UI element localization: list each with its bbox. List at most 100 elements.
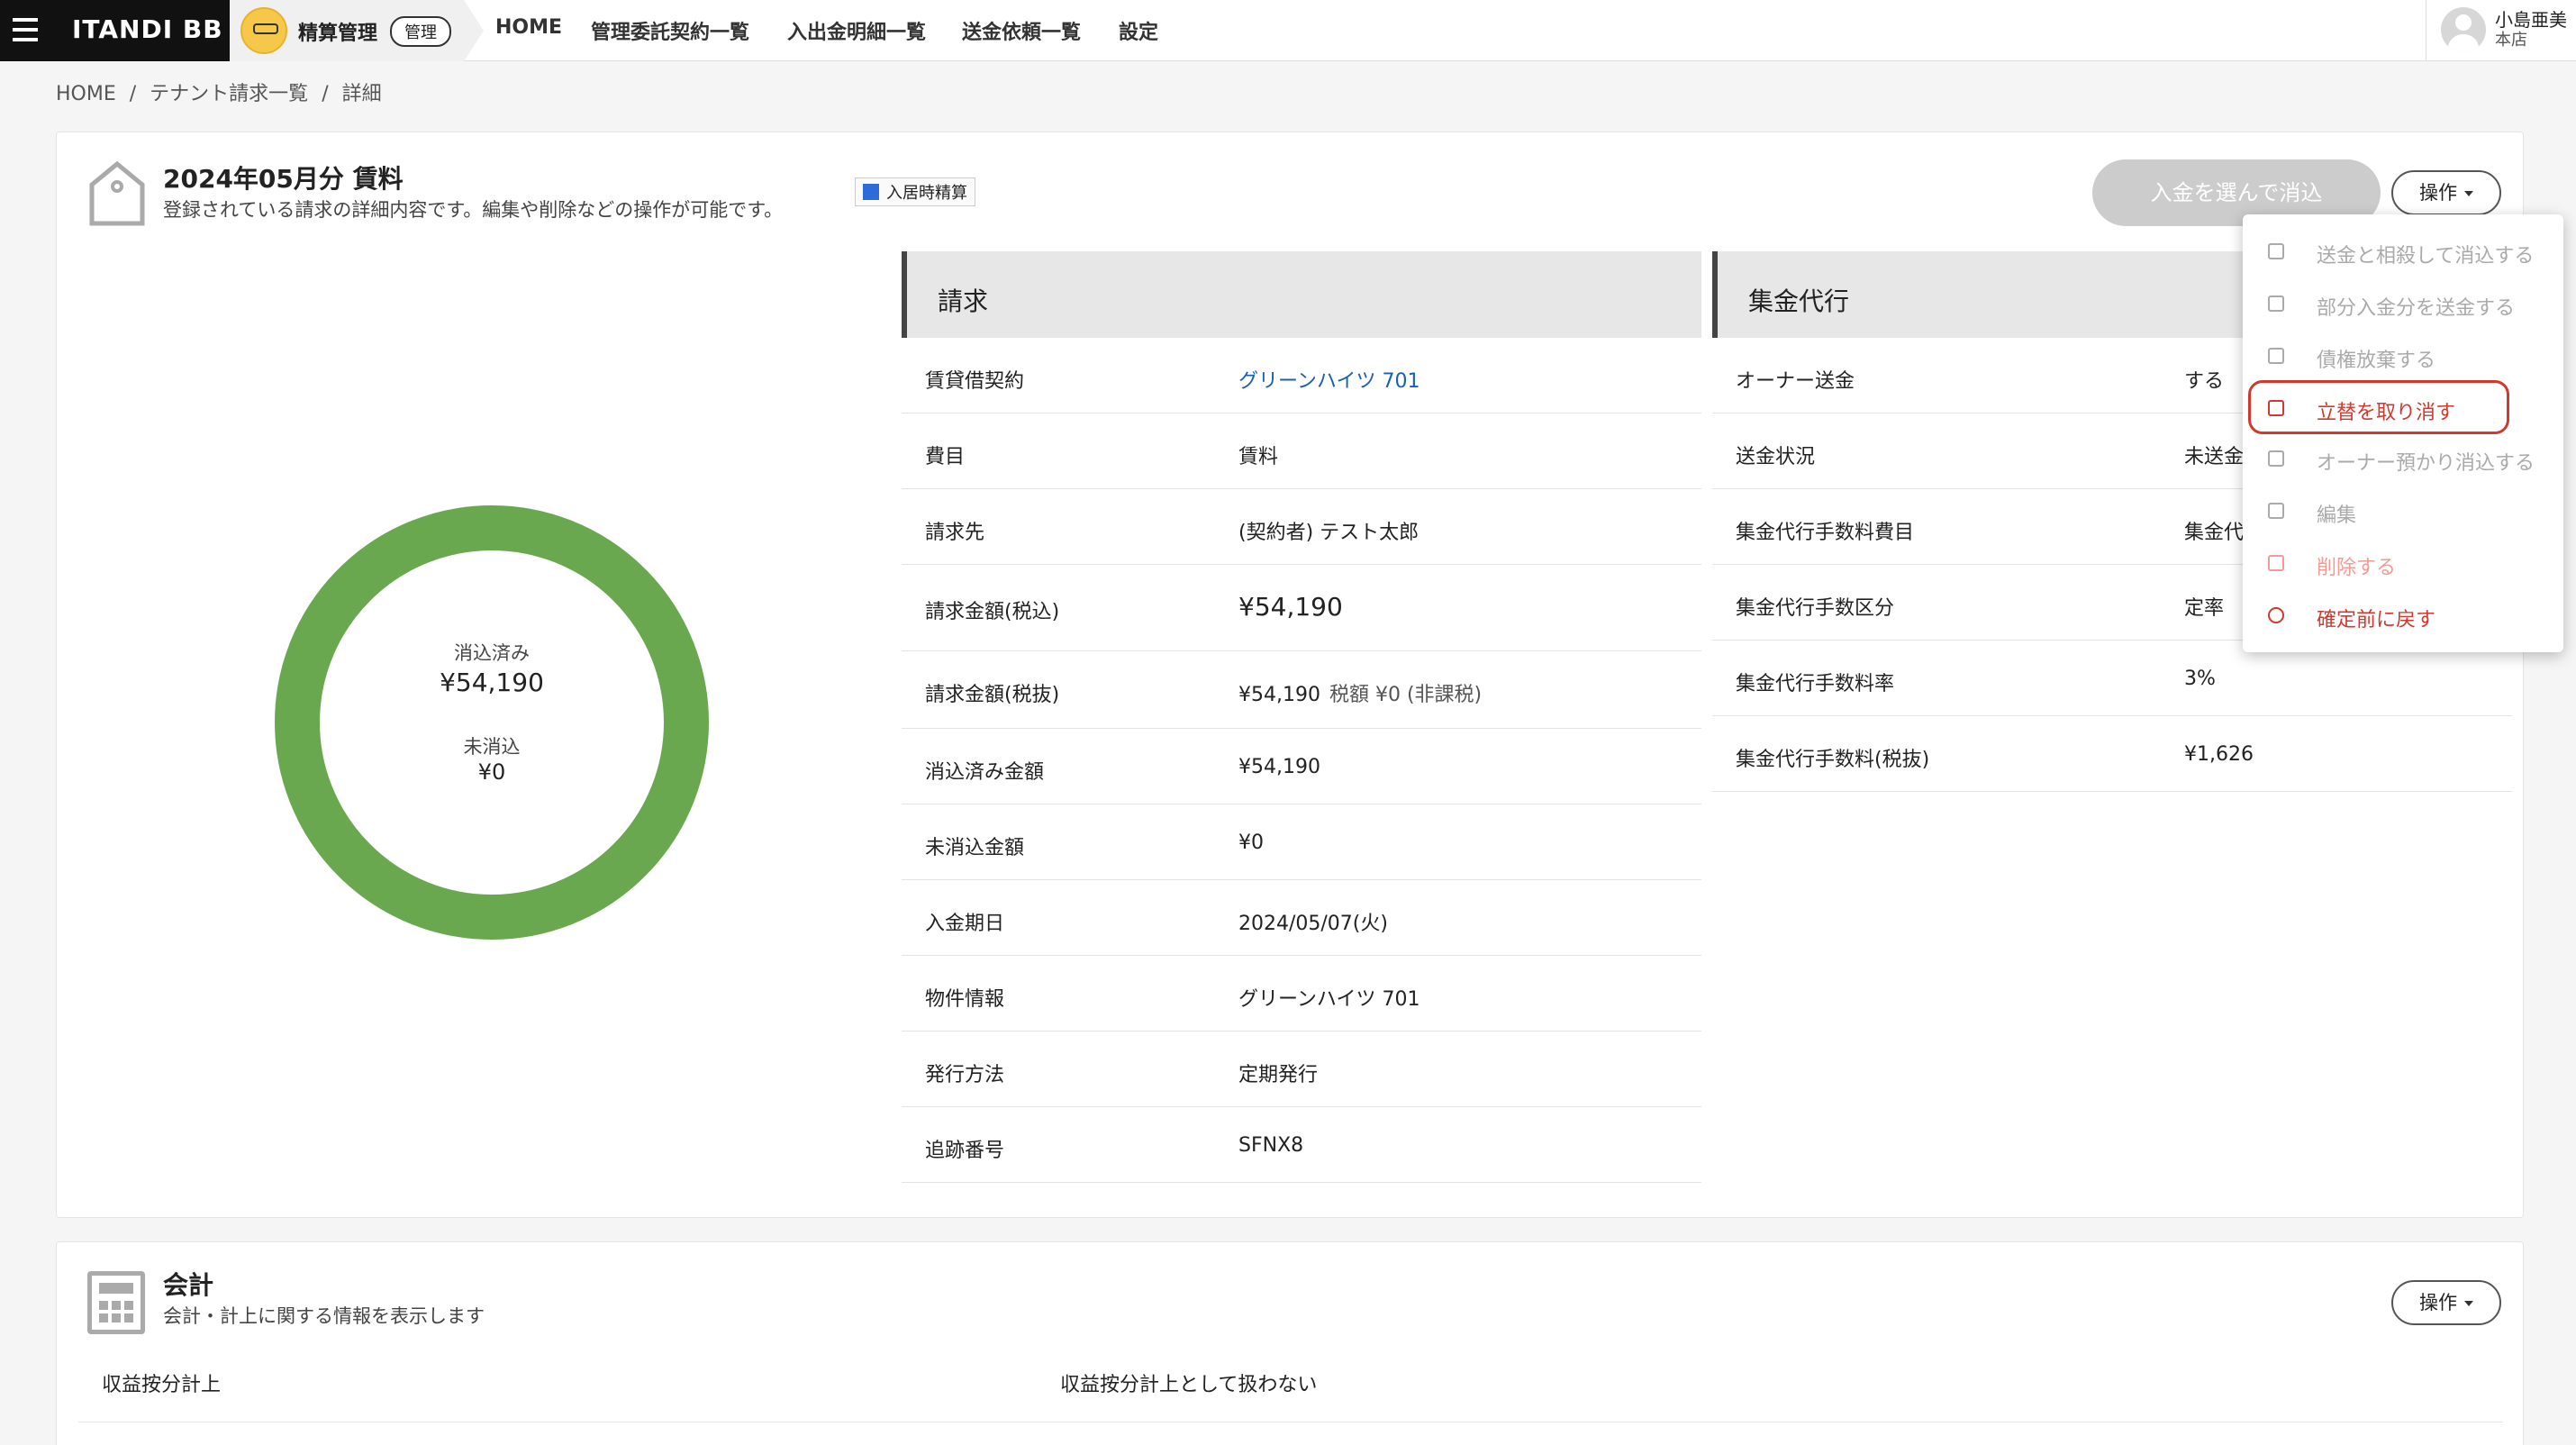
row-label: 収益按分計上 [102,1374,222,1396]
copy-icon [2268,243,2284,259]
accounting-operation-button[interactable]: 操作 [2391,1280,2501,1325]
pencil-icon [2268,503,2284,519]
menu-item-label: 部分入金分を送金する [2317,297,2516,320]
menu-item-label: 確定前に戻す [2317,609,2436,632]
row-label: 費目 [925,446,966,468]
move-in-settlement-badge: 入居時精算 [855,177,975,206]
table-row: 未消込金額 ¥0 [902,804,1701,880]
row-label: 請求金額(税抜) [925,684,1060,706]
row-label: 請求先 [925,522,985,544]
operation-button-label: 操作 [2419,1292,2457,1313]
menu-item-delete[interactable]: 削除する [2243,539,2563,589]
row-label: 入金期日 [925,913,1005,935]
menu-item-owner-deposit-allocate[interactable]: オーナー預かり消込する [2243,434,2563,485]
undo-icon [2268,607,2284,623]
row-value: ¥0 [1238,832,1264,854]
row-label: 集金代行手数区分 [1736,597,1895,620]
row-value: 定期発行 [1238,1064,1319,1086]
highlight-annotation [2248,380,2509,434]
table-row: 請求金額(税込) ¥54,190 [902,565,1701,651]
menu-item-label: 削除する [2317,557,2397,579]
breadcrumb-home[interactable]: HOME [56,83,116,105]
trash-icon [2268,555,2284,571]
module-label: 精算管理 [298,23,378,45]
table-row: 消込済み金額 ¥54,190 [902,729,1701,804]
row-value: 未送金 [2184,446,2245,468]
invoice-amount-incl-tax: ¥54,190 [1238,592,1343,622]
invoice-subtitle: 登録されている請求の詳細内容です。編集や削除などの操作が可能です。 [163,199,784,221]
invoice-detail-card: 2024年05月分 賃料 登録されている請求の詳細内容です。編集や削除などの操作… [56,132,2524,1218]
breadcrumb-current: 詳細 [341,83,382,105]
allocation-donut-chart: 消込済み ¥54,190 未消込 ¥0 [275,505,709,940]
billing-panel-title: 請求 [902,251,1701,338]
user-branch: 本店 [2495,31,2527,50]
tax-note: 税額 ¥0 (非課税) [1329,684,1483,706]
price-tag-icon [89,160,145,226]
menu-item-offset-with-remittance[interactable]: 送金と相殺して消込する [2243,227,2563,277]
row-label: 追跡番号 [925,1140,1005,1162]
table-row: 物件情報 グリーンハイツ 701 [902,956,1701,1031]
breadcrumb-tenant-invoices[interactable]: テナント請求一覧 [150,83,308,105]
row-label: 集金代行手数料費目 [1736,522,1915,544]
operation-dropdown-button[interactable]: 操作 [2391,170,2501,215]
brand-block: ITANDI BB [0,0,230,61]
row-label: 物件情報 [925,988,1005,1011]
row-label: 未消込金額 [925,837,1025,859]
table-row: 追跡番号 SFNX8 [902,1107,1701,1183]
module-avatar-icon [240,7,287,54]
nav-home[interactable]: HOME [495,16,562,39]
table-row: 入金期日 2024/05/07(火) [902,880,1701,956]
nav-remittance-requests[interactable]: 送金依頼一覧 [962,16,1081,45]
billing-panel: 請求 賃貸借契約 グリーンハイツ 701 費目 賃料 請求先 (契約者) テスト… [902,251,1701,1183]
row-value: 定率 [2184,597,2225,620]
row-label: 請求金額(税込) [925,601,1060,623]
menu-item-label: 送金と相殺して消込する [2317,245,2535,268]
menu-item-edit[interactable]: 編集 [2243,486,2563,537]
table-row: 請求金額(税抜) ¥54,190 税額 ¥0 (非課税) [902,651,1701,729]
row-value: ¥54,190 税額 ¥0 (非課税) [1238,678,1482,707]
menu-item-waive-claim[interactable]: 債権放棄する [2243,332,2563,382]
module-switcher[interactable]: 精算管理 管理 [230,0,484,61]
menu-item-remit-partial[interactable]: 部分入金分を送金する [2243,279,2563,330]
table-row: 賃貸借契約 グリーンハイツ 701 [902,338,1701,414]
minus-square-icon [2268,348,2284,364]
accounting-subtitle: 会計・計上に関する情報を表示します [163,1305,485,1327]
user-menu[interactable]: 小島亜美 本店 [2426,0,2576,61]
plus-square-icon [2268,295,2284,312]
row-label: 集金代行手数料率 [1736,673,1895,695]
row-value: する [2184,370,2225,393]
menu-item-label: オーナー預かり消込する [2317,452,2535,475]
breadcrumb-separator: / [322,83,329,105]
invoice-amount-excl-tax: ¥54,190 [1238,684,1320,706]
breadcrumb: HOME / テナント請求一覧 / 詳細 [56,77,389,106]
row-label: オーナー送金 [1736,370,1855,393]
menu-item-revert-to-unconfirmed[interactable]: 確定前に戻す [2243,591,2563,641]
table-row: 集金代行手数料(税抜) ¥1,626 [1712,716,2512,792]
row-value: 賃料 [1238,446,1279,468]
nav-settings[interactable]: 設定 [1119,16,1158,45]
row-value: ¥54,190 [1238,756,1320,778]
brand-logo[interactable]: ITANDI BB [72,14,223,44]
row-label: 送金状況 [1736,446,1816,468]
nav-transactions[interactable]: 入出金明細一覧 [787,16,926,45]
invoice-title: 2024年05月分 賃料 [163,164,404,194]
unallocated-label: 未消込 [463,736,521,758]
table-row: 発行方法 定期発行 [902,1031,1701,1107]
nav-management-contracts[interactable]: 管理委託契約一覧 [591,16,749,45]
row-label: 消込済み金額 [925,761,1045,784]
hamburger-menu-icon[interactable] [13,18,38,41]
lease-contract-link[interactable]: グリーンハイツ 701 [1238,365,1420,394]
row-value: 3% [2184,668,2216,690]
caret-down-icon [2464,191,2473,196]
menu-item-label: 債権放棄する [2317,350,2436,372]
table-row: 収益按分計上 収益按分計上として扱わない [78,1345,2503,1422]
user-avatar-icon [2441,7,2486,52]
menu-item-label: 編集 [2317,504,2357,527]
breadcrumb-separator: / [129,83,137,105]
table-row: 費目 賃料 [902,414,1701,489]
row-value: ¥1,626 [2184,743,2254,766]
allocated-label: 消込済み [454,642,530,664]
row-label: 発行方法 [925,1064,1005,1086]
allocated-value: ¥54,190 [440,668,544,697]
row-label: 集金代行手数料(税抜) [1736,749,1930,771]
